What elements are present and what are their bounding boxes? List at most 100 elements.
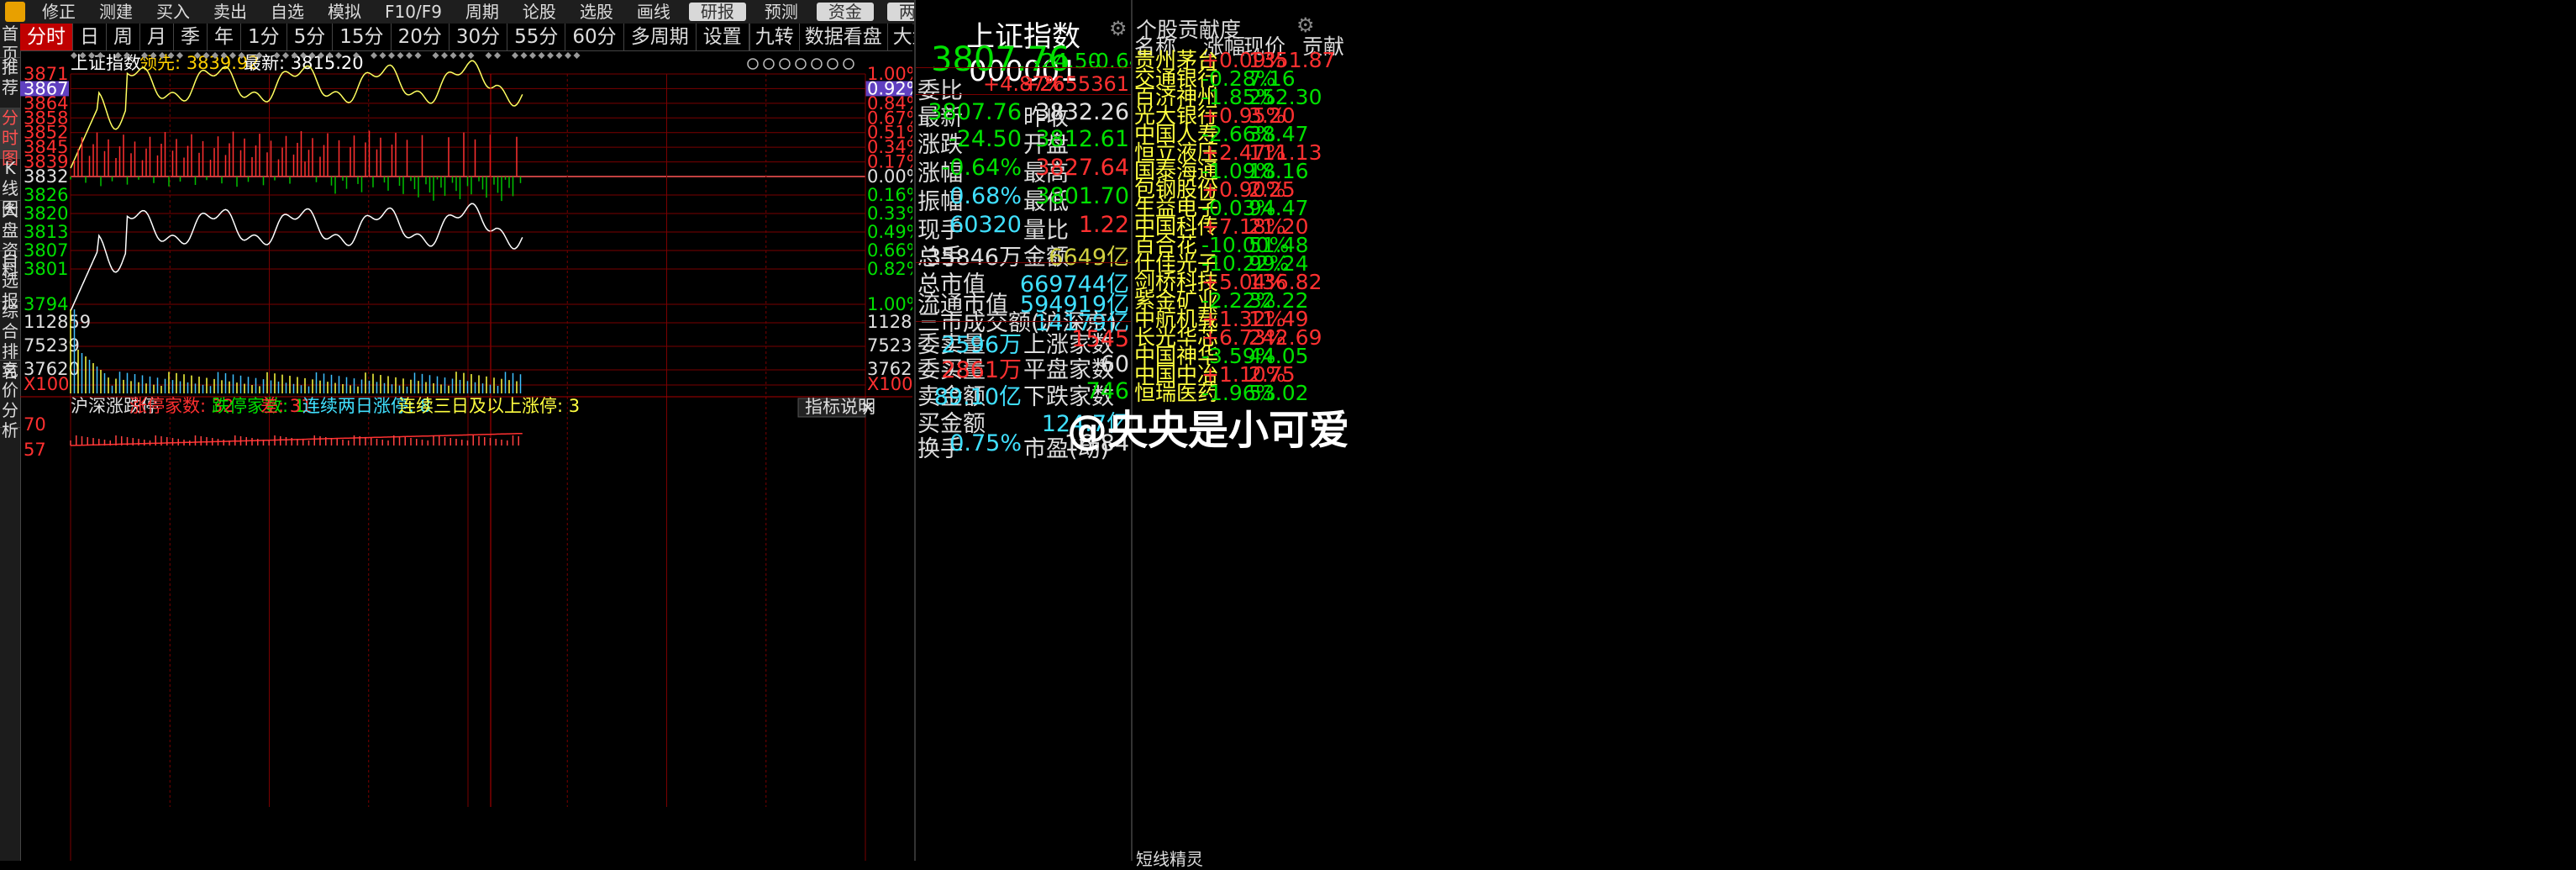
list-item[interactable]: 光大银行 +0.95% 3.20 — [1133, 105, 2576, 126]
toolbar-item[interactable]: 模拟 — [316, 0, 373, 24]
watermark-text: @央央是小可爱 — [1067, 407, 1350, 454]
list-item[interactable]: 仕佳光子 -10.22% 99.24 — [1133, 253, 2576, 274]
event-marker[interactable] — [520, 52, 528, 59]
period-tab[interactable]: 55分 — [507, 24, 566, 50]
event-marker[interactable] — [555, 52, 563, 59]
event-marker[interactable] — [414, 52, 422, 59]
event-marker[interactable] — [379, 52, 386, 59]
list-item[interactable]: 交通银行 -0.28% 7.16 — [1133, 68, 2576, 89]
event-marker[interactable] — [449, 52, 457, 59]
event-marker[interactable] — [494, 52, 501, 59]
list-item[interactable]: 贵州茅台 +0.09% 1351.87 — [1133, 50, 2576, 71]
period-tab[interactable]: 分时 — [20, 24, 73, 50]
event-marker[interactable] — [371, 52, 377, 59]
period-tab[interactable]: 多周期 — [624, 24, 697, 50]
period-tab[interactable]: 5分 — [287, 24, 334, 50]
toolbar-item[interactable]: 测建 — [87, 0, 145, 24]
toolbar-item[interactable]: 论股 — [511, 0, 568, 24]
toolbar-item[interactable]: 画线 — [625, 0, 682, 24]
list-item[interactable]: 百合花 -10.00% 51.48 — [1133, 235, 2576, 256]
period-tab[interactable]: 月 — [140, 24, 174, 50]
event-marker[interactable] — [538, 52, 545, 59]
left-vertical-tabs: 首页 推荐 分时图 K线图 大盘资料 自选报 综合排名 竞价分析 — [0, 24, 21, 861]
event-marker[interactable] — [565, 52, 571, 59]
chart-tool[interactable]: 数据看盘 — [798, 24, 887, 50]
period-tab[interactable]: 60分 — [565, 24, 624, 50]
period-tab[interactable]: 1分 — [241, 24, 287, 50]
list-item[interactable]: 中航机载 +1.32% 11.49 — [1133, 308, 2576, 330]
event-marker[interactable] — [388, 52, 395, 59]
event-marker[interactable] — [432, 52, 439, 59]
zt-tick: 57 — [24, 440, 46, 460]
event-marker[interactable] — [397, 52, 404, 59]
period-tab[interactable]: 周 — [107, 24, 140, 50]
chart-tool[interactable]: 九转 — [749, 24, 799, 50]
event-marker[interactable] — [573, 52, 581, 59]
menu-icon[interactable] — [5, 2, 25, 22]
left-tab[interactable]: 推荐 — [0, 57, 20, 108]
toolbar-item[interactable]: 卖出 — [202, 0, 259, 24]
event-marker[interactable] — [459, 52, 465, 59]
left-tab[interactable]: K线图 — [0, 158, 20, 219]
list-item[interactable]: 中国科传 +7.18% 21.20 — [1133, 216, 2576, 237]
toolbar-item[interactable]: F10/F9 — [373, 0, 454, 24]
period-tab[interactable]: 年 — [208, 24, 241, 50]
event-marker[interactable] — [529, 52, 536, 59]
zijin-button[interactable]: 资金 — [816, 3, 874, 21]
event-marker[interactable] — [512, 52, 518, 59]
period-tab[interactable]: 季 — [174, 24, 208, 50]
event-marker[interactable] — [406, 52, 413, 59]
event-marker[interactable] — [547, 52, 554, 59]
lock-icon[interactable] — [811, 58, 823, 70]
period-tab[interactable]: 15分 — [333, 24, 392, 50]
toolbar-item[interactable]: 修正 — [30, 0, 87, 24]
toolbar-item[interactable]: 选股 — [568, 0, 625, 24]
list-item[interactable]: 剑桥科技 +5.04% 136.82 — [1133, 272, 2576, 293]
list-item[interactable]: 恒立液压 +2.47% 111.13 — [1133, 142, 2576, 163]
list-item[interactable]: 紫金矿业 -2.22% 32.22 — [1133, 290, 2576, 311]
left-tab[interactable]: 自选报 — [0, 250, 20, 311]
list-item[interactable]: 中国人寿 -2.66% 38.47 — [1133, 124, 2576, 145]
event-marker[interactable] — [441, 52, 448, 59]
avg-line — [70, 203, 523, 312]
left-tab[interactable]: 综合排名 — [0, 301, 20, 382]
list-item[interactable]: 生益电子 -0.03% 94.47 — [1133, 198, 2576, 219]
list-item[interactable]: 长光华芯 +6.73% 242.69 — [1133, 327, 2576, 348]
list-item[interactable]: 国泰海通 -1.09% 18.16 — [1133, 161, 2576, 182]
list-item[interactable]: 中国神华 -3.59% 44.05 — [1133, 345, 2576, 366]
period-tab[interactable]: 30分 — [449, 24, 508, 50]
hand-icon[interactable] — [763, 58, 775, 70]
left-tab[interactable]: 分时图 — [0, 108, 20, 168]
toolbar-item[interactable]: 买入 — [145, 0, 202, 24]
price-tick: 3807 — [24, 240, 68, 261]
zoom-out-icon[interactable] — [843, 58, 854, 70]
refresh-icon[interactable] — [779, 58, 791, 70]
price-tick: 3820 — [24, 203, 68, 224]
period-tab[interactable]: 设置 — [697, 24, 749, 50]
zoom-in-icon[interactable] — [827, 58, 839, 70]
quote-value: 60 — [1100, 351, 1129, 377]
close-icon[interactable]: ✕ — [860, 398, 875, 418]
yanbao-button[interactable]: 研报 — [688, 3, 746, 21]
list-item[interactable]: 百济神州 -1.85% 252.30 — [1133, 87, 2576, 108]
left-tab[interactable]: 竞价分析 — [0, 360, 20, 440]
pct-tick: 0.49% — [867, 222, 912, 242]
list-footer[interactable]: 短线精灵 — [1136, 846, 1203, 870]
toolbar-item[interactable]: 预测 — [753, 0, 810, 24]
gear-icon[interactable]: ⚙ — [1109, 17, 1128, 40]
eye-icon[interactable] — [747, 58, 759, 70]
pct-tick-highlight: 0.92% — [867, 78, 912, 98]
period-tab[interactable]: 日 — [73, 24, 107, 50]
list-item[interactable]: 中国中冶 +1.10% 2.75 — [1133, 364, 2576, 385]
toolbar-item[interactable]: 自选 — [259, 0, 316, 24]
left-tab[interactable]: 大盘资料 — [0, 200, 20, 281]
toolbar-item[interactable]: 周期 — [454, 0, 511, 24]
event-marker[interactable] — [467, 52, 475, 59]
scissors-icon[interactable] — [795, 58, 807, 70]
divider — [916, 67, 1131, 68]
intraday-chart[interactable]: 上证指数领先: 3839.92最新: 3815.2038711.00%38670… — [20, 50, 912, 861]
period-tab[interactable]: 20分 — [392, 24, 449, 50]
event-marker[interactable] — [485, 52, 492, 59]
left-tab[interactable]: 首页 — [0, 24, 20, 64]
list-item[interactable]: 包钢股份 +0.90% 2.25 — [1133, 179, 2576, 200]
